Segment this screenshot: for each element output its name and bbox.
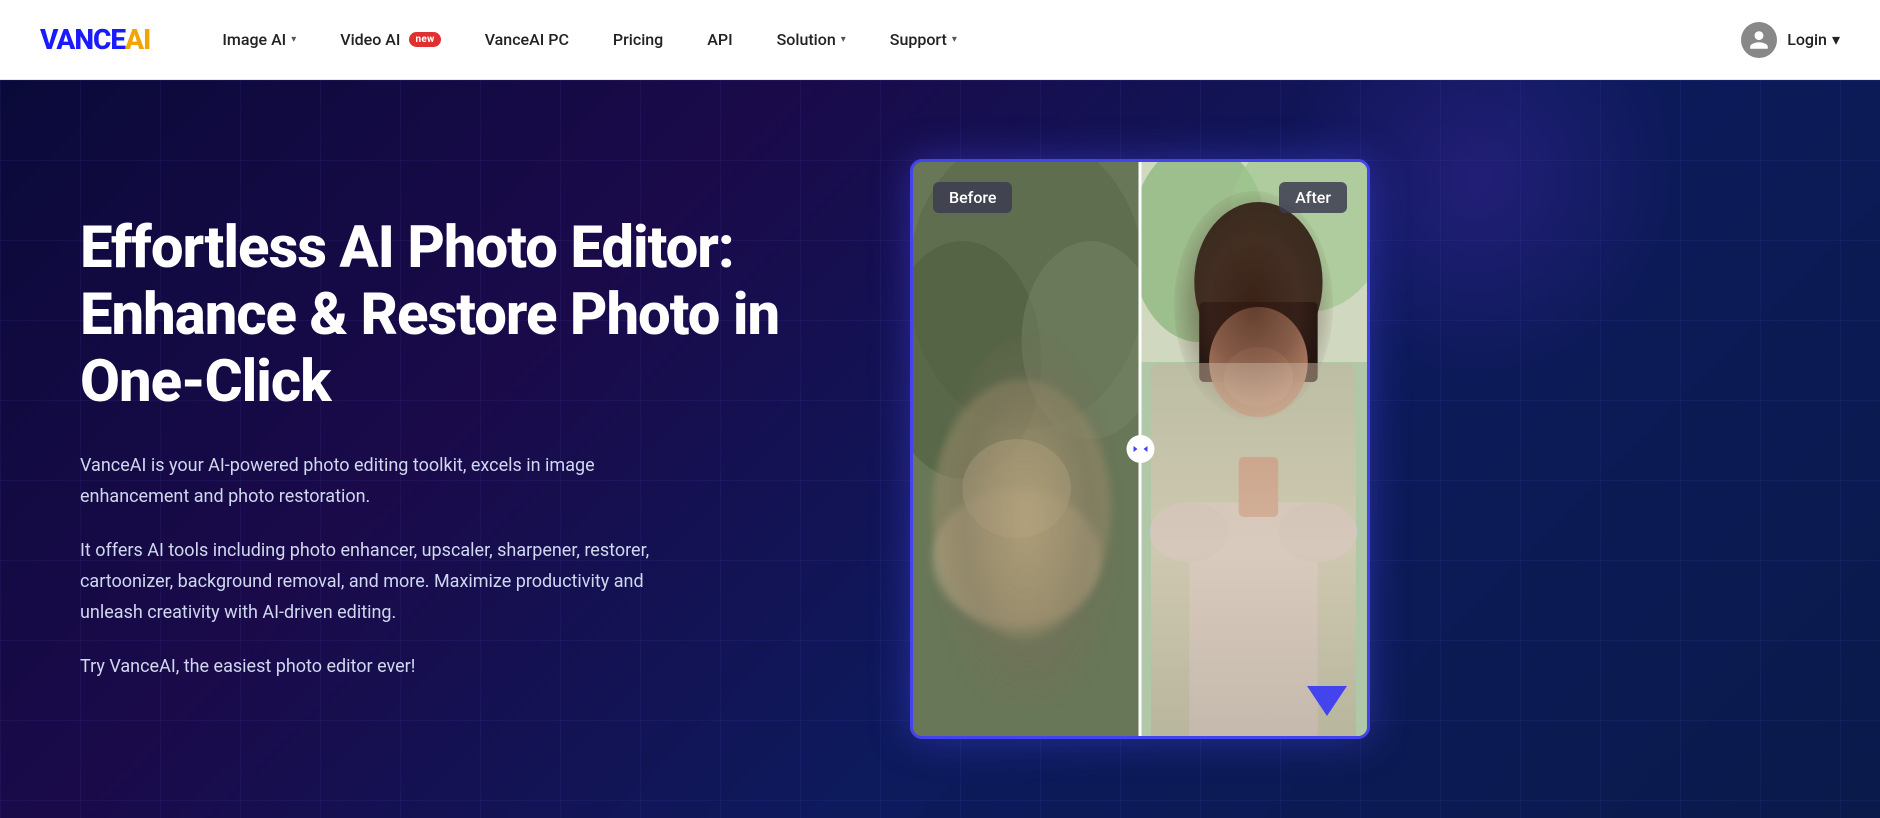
handle-icon	[1133, 442, 1147, 456]
hero-section: Effortless AI Photo Editor: Enhance & Re…	[0, 80, 1880, 818]
divider-handle	[1126, 435, 1154, 463]
nav-label-support: Support	[890, 30, 947, 49]
chevron-down-icon-solution: ▾	[841, 34, 846, 45]
new-badge: new	[409, 32, 440, 47]
logo-vance: VANCE	[40, 23, 125, 56]
nav-item-video-ai[interactable]: Video AI new	[318, 0, 462, 80]
hero-tagline: Try VanceAI, the easiest photo editor ev…	[80, 652, 660, 683]
login-button[interactable]: Login ▾	[1787, 30, 1840, 49]
arrow-decoration	[1307, 686, 1347, 716]
nav-label-solution: Solution	[777, 30, 836, 49]
nav-item-api[interactable]: API	[685, 0, 754, 80]
chevron-down-icon: ▾	[291, 34, 296, 45]
chevron-down-icon-support: ▾	[952, 34, 957, 45]
hero-description-2: It offers AI tools including photo enhan…	[80, 536, 700, 628]
after-image-svg	[1140, 162, 1367, 736]
login-label: Login	[1787, 30, 1827, 49]
before-after-inner: Before After	[913, 162, 1367, 736]
nav-item-vanceai-pc[interactable]: VanceAI PC	[463, 0, 591, 80]
after-label: After	[1279, 182, 1347, 213]
before-image-svg	[913, 162, 1140, 736]
nav-item-pricing[interactable]: Pricing	[591, 0, 685, 80]
hero-text: Effortless AI Photo Editor: Enhance & Re…	[80, 215, 840, 683]
nav-label-video-ai: Video AI	[340, 30, 400, 49]
nav-label-image-ai: Image AI	[222, 30, 286, 49]
nav-label-pricing: Pricing	[613, 30, 663, 49]
nav-label-vanceai-pc: VanceAI PC	[485, 30, 569, 49]
divider-line	[1139, 162, 1142, 736]
hero-title: Effortless AI Photo Editor: Enhance & Re…	[80, 215, 840, 415]
logo[interactable]: VANCE AI	[40, 23, 150, 56]
navbar: VANCE AI Image AI ▾ Video AI new VanceAI…	[0, 0, 1880, 80]
nav-item-solution[interactable]: Solution ▾	[755, 0, 868, 80]
before-after-card: Before After	[910, 159, 1370, 739]
before-label: Before	[933, 182, 1012, 213]
nav-links: Image AI ▾ Video AI new VanceAI PC Prici…	[200, 0, 1741, 80]
hero-content: Effortless AI Photo Editor: Enhance & Re…	[0, 80, 900, 818]
nav-item-support[interactable]: Support ▾	[868, 0, 979, 80]
avatar-icon[interactable]	[1741, 22, 1777, 58]
hero-image-panel: Before After	[900, 80, 1420, 818]
hero-description-1: VanceAI is your AI-powered photo editing…	[80, 451, 680, 512]
nav-label-api: API	[707, 30, 732, 49]
chevron-down-icon-login: ▾	[1832, 30, 1840, 49]
after-half	[1140, 162, 1367, 736]
nav-item-image-ai[interactable]: Image AI ▾	[200, 0, 318, 80]
logo-ai: AI	[125, 23, 150, 56]
before-half	[913, 162, 1140, 736]
nav-right: Login ▾	[1741, 22, 1840, 58]
